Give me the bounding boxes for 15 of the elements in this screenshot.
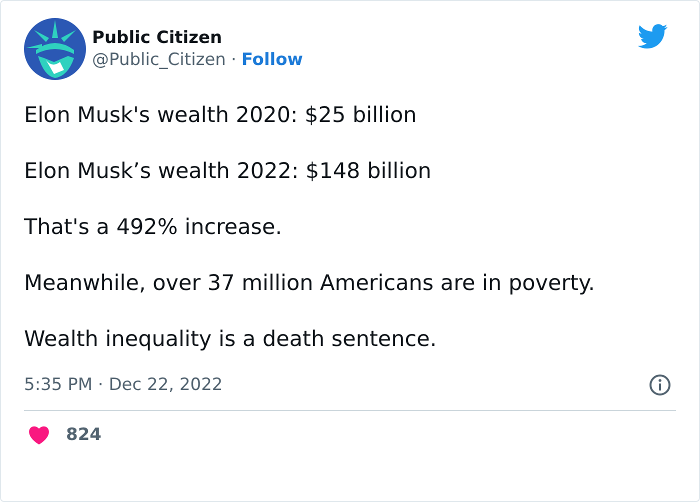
tweet-paragraph: Elon Musk's wealth 2020: $25 billion <box>24 102 418 130</box>
tweet-paragraph: Wealth inequality is a death sentence. <box>24 326 438 354</box>
tweet-paragraph: Elon Musk’s wealth 2022: $148 billion <box>24 158 432 186</box>
info-icon[interactable] <box>649 374 671 396</box>
tweet-timestamp[interactable]: 5:35 PM · Dec 22, 2022 <box>24 375 223 395</box>
heart-icon[interactable] <box>28 425 50 445</box>
account-name: Public Citizen <box>92 28 224 48</box>
tweet-paragraph: Meanwhile, over 37 million Americans are in poverty. <box>24 270 596 298</box>
account-handle: @Public_Citizen <box>92 50 226 70</box>
tweet-paragraph: That's a 492% increase. <box>24 214 284 242</box>
like-count: 824 <box>66 425 102 445</box>
statue-avatar-icon <box>24 18 86 80</box>
separator-dot: · <box>230 50 236 70</box>
follow-link[interactable]: Follow <box>241 50 304 70</box>
bird-icon <box>638 24 668 49</box>
